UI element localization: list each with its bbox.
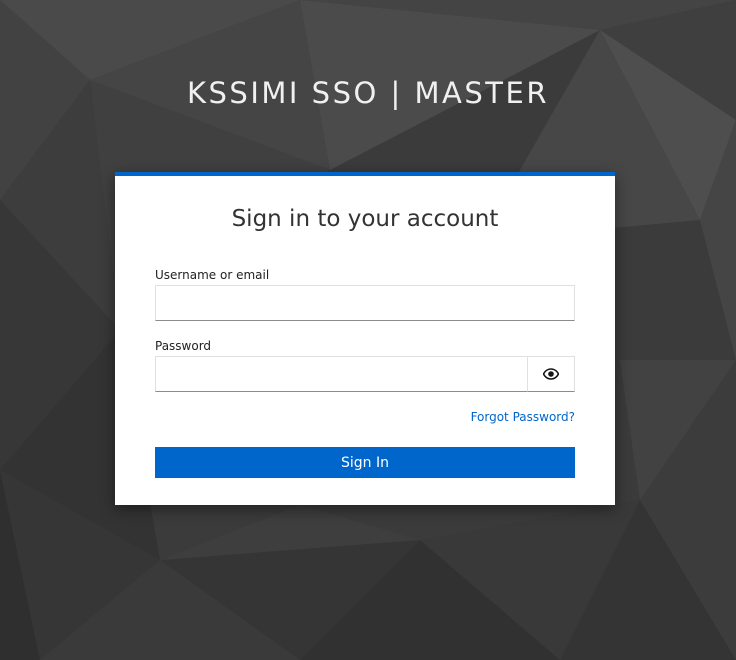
forgot-password-link[interactable]: Forgot Password? — [471, 410, 575, 424]
login-heading: Sign in to your account — [231, 206, 499, 232]
username-input[interactable] — [155, 285, 575, 321]
eye-icon — [542, 365, 560, 384]
password-label: Password — [155, 339, 212, 353]
password-input[interactable] — [155, 356, 528, 392]
login-card: Sign in to your account Username or emai… — [115, 172, 615, 505]
show-password-button[interactable] — [527, 356, 575, 392]
sign-in-button[interactable]: Sign In — [155, 447, 575, 478]
realm-title: KSSIMI SSO | MASTER — [187, 76, 549, 110]
username-label: Username or email — [155, 268, 270, 282]
